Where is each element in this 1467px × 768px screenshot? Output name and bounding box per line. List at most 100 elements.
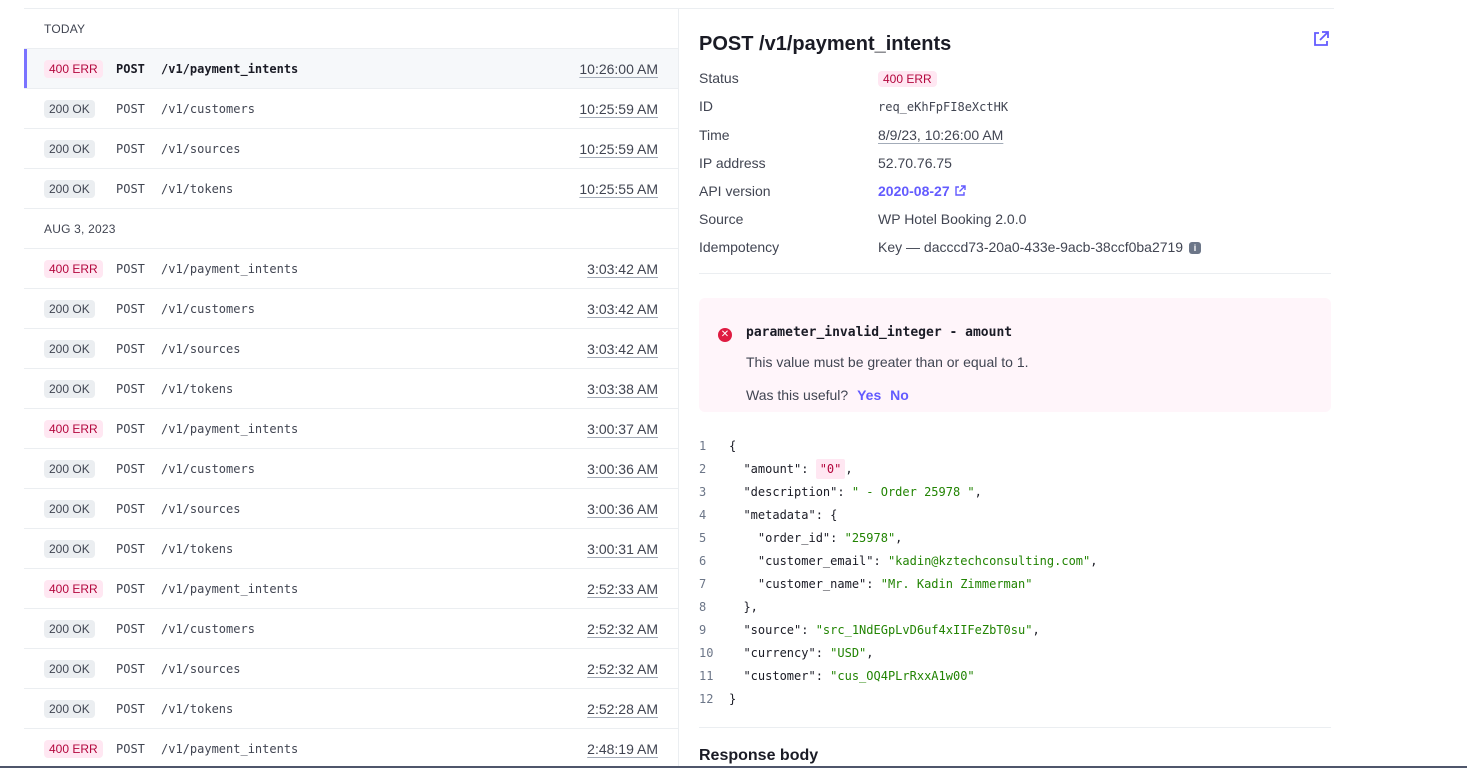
feedback-yes-button[interactable]: Yes [857,387,881,403]
request-time[interactable]: 10:26:00 AM [579,61,658,77]
request-log-row[interactable]: 200 OK POST/v1/sources 2:52:32 AM [24,649,678,689]
code-token: " - Order 25978 " [851,485,975,499]
http-method: POST [116,341,145,356]
line-number: 8 [699,600,707,614]
request-path: /v1/payment_intents [161,261,299,276]
request-time[interactable]: 10:25:59 AM [579,141,658,157]
request-log-row[interactable]: 200 OK POST/v1/tokens 3:03:38 AM [24,369,678,409]
request-time[interactable]: 3:00:36 AM [587,501,658,517]
request-time[interactable]: 3:03:42 AM [587,341,658,357]
status-badge: 200 OK [44,299,95,318]
request-log-row[interactable]: 200 OK POST/v1/tokens 3:00:31 AM [24,529,678,569]
external-link-icon[interactable] [954,185,966,197]
api-version-link[interactable]: 2020-08-27 [878,183,950,199]
request-path: /v1/payment_intents [161,61,299,76]
code-line: 2 "amount": "0", [699,458,1331,481]
line-content: "currency": "USD", [729,642,873,665]
code-token: "metadata": { [729,508,838,522]
code-token: "customer_name": [729,577,881,591]
request-log-row[interactable]: 200 OK POST/v1/sources 3:00:36 AM [24,489,678,529]
line-number: 5 [699,531,707,545]
request-log-row[interactable]: 200 OK POST/v1/customers 3:03:42 AM [24,289,678,329]
request-time[interactable]: 3:00:36 AM [587,461,658,477]
request-path: /v1/tokens [161,541,234,556]
request-time[interactable]: 2:48:19 AM [587,741,658,757]
request-path: /v1/tokens [161,381,234,396]
http-method: POST [116,701,145,716]
request-log-row[interactable]: 200 OK POST/v1/tokens 2:52:28 AM [24,689,678,729]
status-row: Status 400 ERR [699,70,1331,90]
time-row: Time 8/9/23, 10:26:00 AM [699,127,1331,147]
request-log-row[interactable]: 400 ERR POST/v1/payment_intents 3:00:37 AM [24,409,678,449]
external-link-icon[interactable] [1312,30,1330,48]
source-row: Source WP Hotel Booking 2.0.0 [699,211,1331,231]
request-time[interactable]: 10:25:59 AM [579,101,658,117]
http-method: POST [116,261,145,276]
code-token: "source": [729,623,816,637]
request-path: /v1/customers [161,301,255,316]
request-time[interactable]: 2:52:28 AM [587,701,658,717]
request-log-list: TODAY 400 ERR POST/v1/payment_intents 10:26… [24,9,679,768]
feedback-no-button[interactable]: No [890,387,909,403]
request-log-row[interactable]: 400 ERR POST/v1/payment_intents 10:26:00 A… [24,49,678,89]
request-time[interactable]: 10:25:55 AM [579,181,658,197]
request-time[interactable]: 3:00:31 AM [587,541,658,557]
code-token: "0" [815,459,846,479]
request-log-row[interactable]: 400 ERR POST/v1/payment_intents 3:03:42 AM [24,249,678,289]
line-content: { [729,435,736,458]
request-path: /v1/tokens [161,181,234,196]
http-method: POST [116,141,145,156]
request-path: /v1/payment_intents [161,581,299,596]
request-time[interactable]: 3:03:38 AM [587,381,658,397]
code-line: 9 "source": "src_1NdEGpLvD6uf4xIIFeZbT0s… [699,619,1331,642]
request-path: /v1/payment_intents [161,421,299,436]
code-token: , [1090,554,1098,568]
code-token: "25978" [844,531,896,545]
request-path: /v1/sources [161,661,241,676]
line-number: 7 [699,577,707,591]
request-time[interactable]: 3:03:42 AM [587,261,658,277]
status-badge: 200 OK [44,339,95,358]
http-method: POST [116,581,145,596]
code-token: "description": [729,485,852,499]
request-time[interactable]: 3:03:42 AM [587,301,658,317]
error-code: parameter_invalid_integer - amount [746,325,1013,340]
code-token: "src_1NdEGpLvD6uf4xIIFeZbT0su" [815,623,1033,637]
source-value: WP Hotel Booking 2.0.0 [878,211,1027,227]
code-line: 7 "customer_name": "Mr. Kadin Zimmerman" [699,573,1331,596]
code-line: 12} [699,688,1331,711]
code-token: }, [729,600,758,614]
request-time[interactable]: 2:52:32 AM [587,621,658,637]
request-id[interactable]: req_eKhFpFI8eXctHK [878,100,1008,114]
status-badge: 200 OK [44,379,95,398]
code-token: "Mr. Kadin Zimmerman" [880,577,1033,591]
code-token: "kadin@kztechconsulting.com" [887,554,1091,568]
request-log-row[interactable]: 200 OK POST/v1/sources 10:25:59 AM [24,129,678,169]
request-time[interactable]: 2:52:32 AM [587,661,658,677]
info-icon[interactable]: i [1189,242,1201,254]
status-badge: 400 ERR [44,579,103,598]
request-log-row[interactable]: 400 ERR POST/v1/payment_intents 2:52:33 AM [24,569,678,609]
request-log-row[interactable]: 400 ERR POST/v1/payment_intents 2:48:19 AM [24,729,678,768]
line-number: 4 [699,508,707,522]
line-number: 10 [699,646,714,660]
code-line: 6 "customer_email": "kadin@kztechconsult… [699,550,1331,573]
code-token: "cus_OQ4PLrRxxA1w00" [830,669,975,683]
code-line: 8 }, [699,596,1331,619]
line-number: 3 [699,485,707,499]
request-log-row[interactable]: 200 OK POST/v1/tokens 10:25:55 AM [24,169,678,209]
line-content: "customer": "cus_OQ4PLrRxxA1w00" [729,665,975,688]
request-time[interactable]: 8/9/23, 10:26:00 AM [878,127,1003,143]
request-log-row[interactable]: 200 OK POST/v1/customers 2:52:32 AM [24,609,678,649]
request-time[interactable]: 3:00:37 AM [587,421,658,437]
line-content: "order_id": "25978", [729,527,903,550]
request-time[interactable]: 2:52:33 AM [587,581,658,597]
id-label: ID [699,98,713,114]
code-line: 1{ [699,435,1331,458]
request-path: /v1/sources [161,341,241,356]
status-badge: 200 OK [44,99,95,118]
request-log-row[interactable]: 200 OK POST/v1/sources 3:03:42 AM [24,329,678,369]
request-log-row[interactable]: 200 OK POST/v1/customers 10:25:59 AM [24,89,678,129]
request-log-row[interactable]: 200 OK POST/v1/customers 3:00:36 AM [24,449,678,489]
error-message: This value must be greater than or equal… [746,354,1029,370]
